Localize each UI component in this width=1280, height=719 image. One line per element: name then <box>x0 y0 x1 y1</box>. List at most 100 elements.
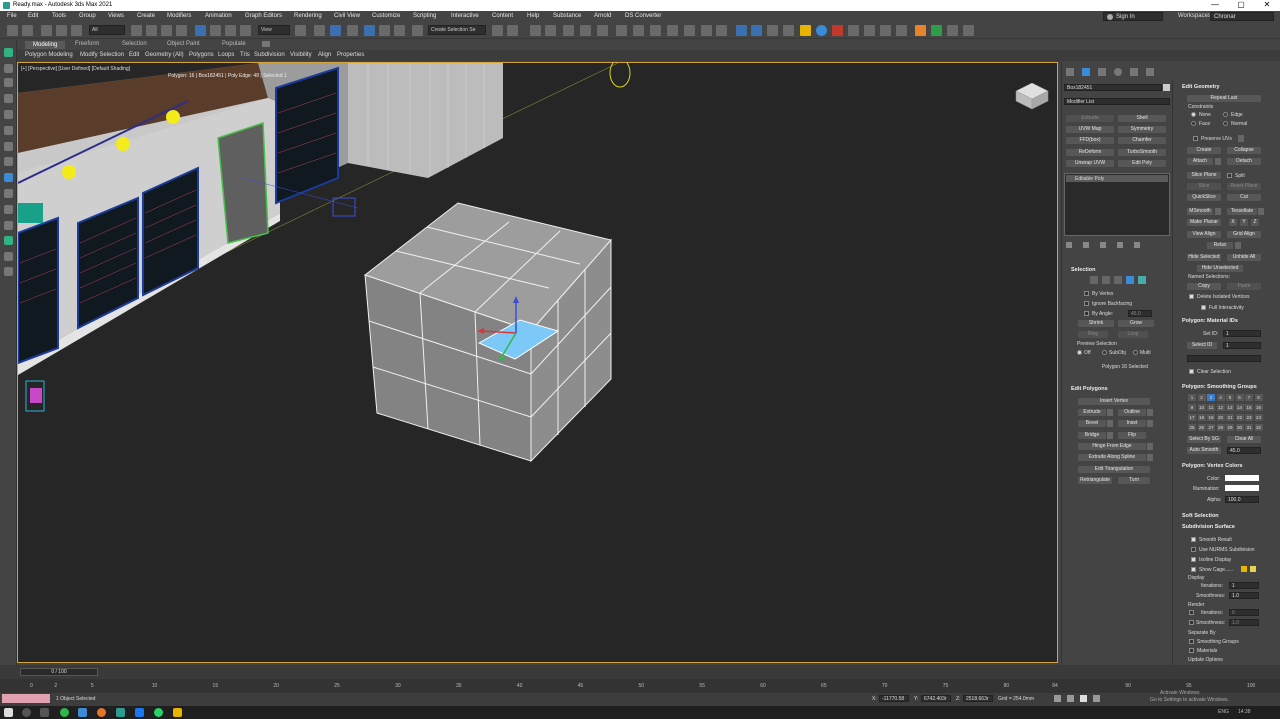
render-iterations-field[interactable]: 0 <box>1229 609 1259 616</box>
smoothing-group-button[interactable]: 18 <box>1197 414 1206 421</box>
render-smoothness-field[interactable]: 1.0 <box>1229 619 1259 626</box>
render-smoothness-checkbox[interactable] <box>1189 620 1194 625</box>
perspective-viewport[interactable]: [+] [Perspective] [User Defined] [Defaul… <box>17 62 1058 663</box>
smoothing-group-button[interactable]: 19 <box>1207 414 1215 421</box>
smoothing-group-button[interactable]: 23 <box>1245 414 1253 421</box>
reset-plane-button[interactable]: Reset Plane <box>1227 183 1261 190</box>
minimize-button[interactable]: — <box>1202 0 1228 11</box>
plugin-8-icon[interactable] <box>848 25 859 36</box>
plugin-4-icon[interactable] <box>783 25 794 36</box>
render-production-icon[interactable] <box>667 25 678 36</box>
spotify-icon[interactable] <box>60 708 69 717</box>
toggle-ribbon-icon[interactable] <box>563 25 574 36</box>
plugin-14-icon[interactable] <box>947 25 958 36</box>
plugin-9-icon[interactable] <box>864 25 875 36</box>
configure-sets-icon[interactable] <box>1134 242 1140 248</box>
tab-selection[interactable]: Selection <box>122 41 147 47</box>
smoothing-group-button[interactable]: 31 <box>1245 424 1253 431</box>
file-explorer-icon[interactable] <box>173 708 182 717</box>
tool-9-icon[interactable] <box>4 173 13 182</box>
smoothing-group-button[interactable]: 4 <box>1216 394 1225 401</box>
smoothing-group-button[interactable]: 28 <box>1216 424 1225 431</box>
outline-settings-icon[interactable] <box>1147 409 1153 416</box>
firefox-icon[interactable] <box>97 708 106 717</box>
loop-button[interactable]: Loop <box>1118 331 1148 338</box>
slice-button[interactable]: Slice <box>1187 183 1221 190</box>
preview-off-radio[interactable] <box>1077 350 1082 355</box>
tool-6-icon[interactable] <box>4 126 13 135</box>
ribbon-align[interactable]: Align <box>318 52 331 58</box>
attach-button[interactable]: Attach <box>1187 158 1213 165</box>
ref-coord-dropdown[interactable]: View <box>258 25 290 35</box>
menu-civil-view[interactable]: Civil View <box>334 13 360 19</box>
menu-graph-editors[interactable]: Graph Editors <box>245 13 282 19</box>
smoothing-group-button[interactable]: 8 <box>1254 394 1263 401</box>
border-mode-icon[interactable] <box>1114 276 1122 284</box>
menu-animation[interactable]: Animation <box>205 13 232 19</box>
extrude-along-spline-button[interactable]: Extrude Along Spline <box>1078 454 1146 461</box>
clear-selection-checkbox[interactable] <box>1189 369 1194 374</box>
pin-stack-icon[interactable] <box>1066 242 1072 248</box>
tab-object-paint[interactable]: Object Paint <box>167 41 200 47</box>
menu-scripting[interactable]: Scripting <box>413 13 436 19</box>
motion-tab-icon[interactable] <box>1114 68 1122 76</box>
create-button[interactable]: Create <box>1187 147 1221 154</box>
tool-14-icon[interactable] <box>4 252 13 261</box>
keyboard-shortcut-icon[interactable] <box>330 25 341 36</box>
ribbon-subdivision[interactable]: Subdivision <box>254 52 285 58</box>
edit-named-sel-icon[interactable] <box>412 25 423 36</box>
material-editor-icon[interactable] <box>616 25 627 36</box>
curve-editor-icon[interactable] <box>580 25 591 36</box>
by-angle-field[interactable]: 45.0 <box>1128 310 1152 317</box>
select-rotate-icon[interactable] <box>210 25 221 36</box>
soft-selection-title[interactable]: Soft Selection <box>1182 513 1219 519</box>
menu-file[interactable]: File <box>7 13 17 19</box>
bridge-button[interactable]: Bridge <box>1078 432 1106 439</box>
create-tab-icon[interactable] <box>1066 68 1074 76</box>
smoothing-group-button[interactable]: 17 <box>1188 414 1196 421</box>
iterations-field[interactable]: 1 <box>1229 582 1259 589</box>
display-tab-icon[interactable] <box>1130 68 1138 76</box>
unhide-all-button[interactable]: Unhide All <box>1227 254 1261 261</box>
menu-tools[interactable]: Tools <box>52 13 66 19</box>
tool-5-icon[interactable] <box>4 110 13 119</box>
constraint-face-radio[interactable] <box>1191 121 1196 126</box>
preview-subobj-radio[interactable] <box>1102 350 1107 355</box>
selection-filter-dropdown[interactable]: All <box>89 25 125 35</box>
copy-button[interactable]: Copy <box>1187 283 1221 290</box>
stack-item-editable-poly[interactable]: Editable Poly <box>1066 175 1168 182</box>
windows-start-icon[interactable] <box>4 708 13 717</box>
place-icon[interactable] <box>240 25 251 36</box>
vertex-colors-title[interactable]: Polygon: Vertex Colors <box>1182 463 1243 469</box>
shell-mod-button[interactable]: Shell <box>1118 115 1166 122</box>
toggle-layer-explorer-icon[interactable] <box>545 25 556 36</box>
auto-smooth-button[interactable]: Auto Smooth <box>1187 447 1221 454</box>
track-bar[interactable]: 0 2 5 10 15 20 25 30 35 40 45 50 55 60 65 70 75 80 84 90 95 1… <box>0 679 1280 693</box>
language-indicator[interactable]: ENG <box>1218 709 1229 715</box>
inset-settings-icon[interactable] <box>1147 420 1153 427</box>
3dsmax-taskbar-icon[interactable] <box>116 708 125 717</box>
smoothing-group-button[interactable]: 3 <box>1207 394 1215 401</box>
cage-color-2[interactable] <box>1250 566 1256 572</box>
chamfer-button[interactable]: Chamfer <box>1118 137 1166 144</box>
paste-button[interactable]: Paste <box>1227 283 1261 290</box>
select-manipulate-icon[interactable] <box>314 25 325 36</box>
menu-help[interactable]: Help <box>527 13 539 19</box>
use-nurms-checkbox[interactable] <box>1191 547 1196 552</box>
tab-freeform[interactable]: Freeform <box>75 41 99 47</box>
full-interactivity-checkbox[interactable] <box>1201 305 1206 310</box>
angle-snap-icon[interactable] <box>364 25 375 36</box>
preserve-uvs-checkbox[interactable] <box>1193 136 1198 141</box>
tool-7-icon[interactable] <box>4 142 13 151</box>
menu-content[interactable]: Content <box>492 13 513 19</box>
by-angle-checkbox[interactable] <box>1084 311 1089 316</box>
plugin-info-icon[interactable] <box>816 25 827 36</box>
auto-smooth-field[interactable]: 45.0 <box>1227 447 1261 454</box>
smoothing-group-button[interactable]: 7 <box>1245 394 1253 401</box>
smoothing-group-button[interactable]: 2 <box>1197 394 1206 401</box>
turbosmooth-button[interactable]: TurboSmooth <box>1118 149 1166 156</box>
bind-spacewarp-icon[interactable] <box>71 25 82 36</box>
bevel-settings-icon[interactable] <box>1107 420 1113 427</box>
element-mode-icon[interactable] <box>1138 276 1146 284</box>
set-id-field[interactable]: 1 <box>1223 330 1261 337</box>
